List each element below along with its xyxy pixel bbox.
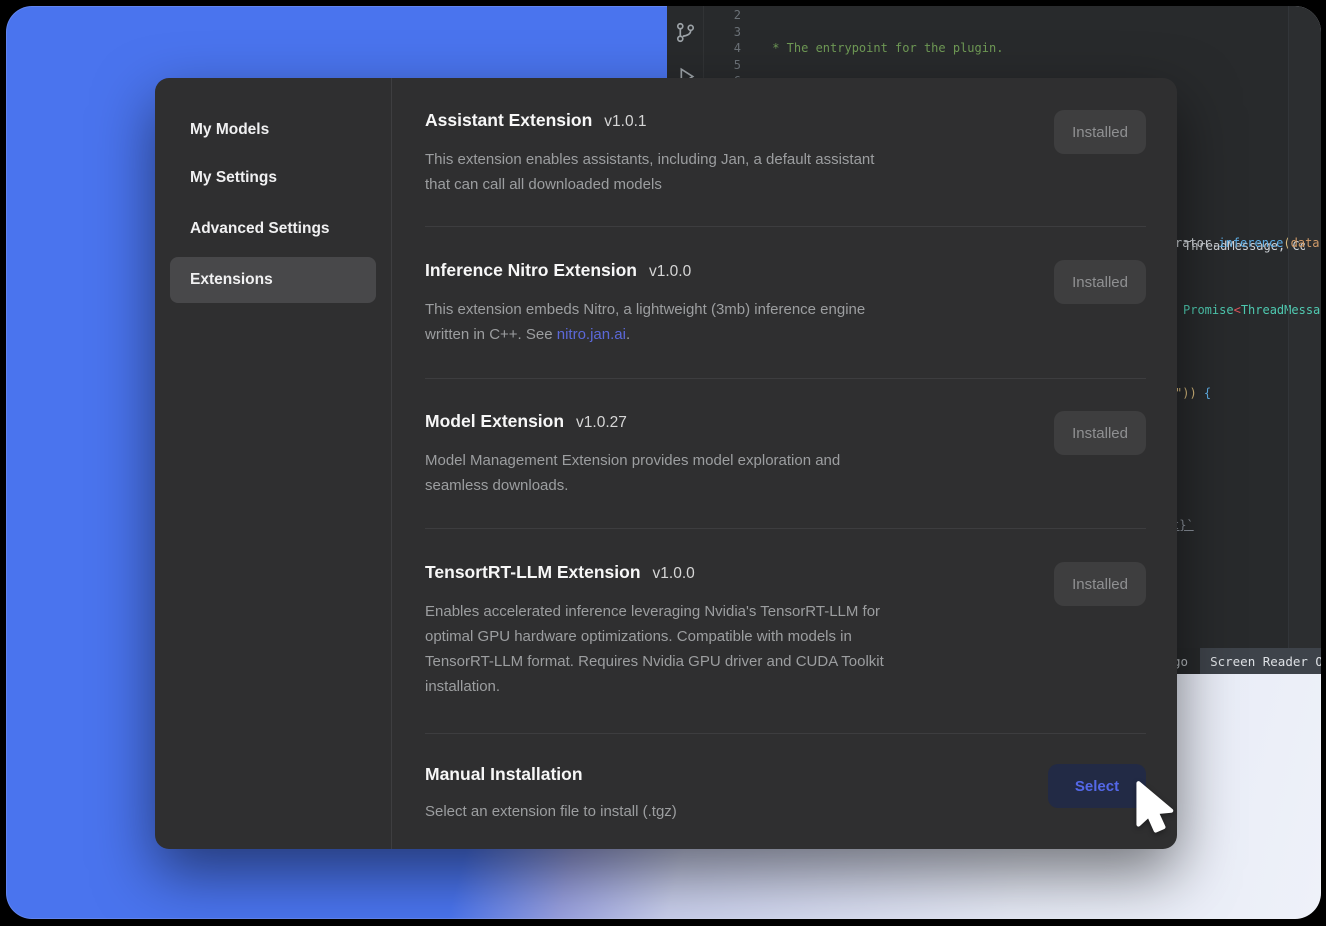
extension-row-nitro: Inference Nitro Extension v1.0.0 This ext… xyxy=(425,258,1146,347)
installed-button[interactable]: Installed xyxy=(1054,110,1146,154)
code-line: * The entrypoint for the plugin. xyxy=(765,40,1305,57)
extension-row-assistant: Assistant Extension v1.0.1 This extension… xyxy=(425,108,1146,197)
installed-button[interactable]: Installed xyxy=(1054,260,1146,304)
row-divider xyxy=(425,733,1146,734)
manual-installation-description: Select an extension file to install (.tg… xyxy=(425,799,1146,824)
nitro-jan-ai-link[interactable]: nitro.jan.ai xyxy=(557,326,626,343)
extension-description: This extension embeds Nitro, a lightweig… xyxy=(425,297,1146,347)
row-divider xyxy=(425,528,1146,529)
extension-description: This extension enables assistants, inclu… xyxy=(425,147,1146,197)
sidebar-item-my-settings[interactable]: My Settings xyxy=(170,155,376,201)
extension-version: v1.0.1 xyxy=(604,113,646,130)
row-divider xyxy=(425,226,1146,227)
extension-title: TensortRT-LLM Extension v1.0.0 xyxy=(425,560,1146,586)
mouse-cursor-icon xyxy=(1128,778,1180,840)
extension-name: Model Extension xyxy=(425,411,564,431)
extension-name: Assistant Extension xyxy=(425,110,592,130)
settings-modal: My Models My Settings Advanced Settings … xyxy=(155,78,1177,849)
extension-title: Model Extension v1.0.27 xyxy=(425,409,1146,435)
extension-row-tensorrt: TensortRT-LLM Extension v1.0.0 Enables ac… xyxy=(425,560,1146,699)
extension-row-model: Model Extension v1.0.27 Model Management … xyxy=(425,409,1146,498)
code-fragment: ")) { xyxy=(1175,385,1211,401)
row-divider xyxy=(425,378,1146,379)
screen-reader-status-tab[interactable]: Screen Reader Optimiz xyxy=(1200,648,1321,674)
sidebar-item-my-models[interactable]: My Models xyxy=(170,107,376,153)
minimap-scrollbar[interactable] xyxy=(1288,6,1321,648)
installed-button[interactable]: Installed xyxy=(1054,411,1146,455)
extension-name: TensortRT-LLM Extension xyxy=(425,562,641,582)
extension-title: Inference Nitro Extension v1.0.0 xyxy=(425,258,1146,284)
source-control-icon[interactable] xyxy=(673,20,698,45)
manual-installation-title: Manual Installation xyxy=(425,762,1146,786)
app-canvas: 2 3 4 5 6 * The entrypoint for the plugi… xyxy=(6,6,1321,919)
extension-version: v1.0.0 xyxy=(653,565,695,582)
extension-version: v1.0.0 xyxy=(649,263,691,280)
extension-name: Inference Nitro Extension xyxy=(425,260,637,280)
manual-installation-row: Manual Installation Select an extension … xyxy=(425,762,1146,824)
installed-button[interactable]: Installed xyxy=(1054,562,1146,606)
settings-sidebar: My Models My Settings Advanced Settings … xyxy=(155,78,392,849)
extension-version: v1.0.27 xyxy=(576,414,627,431)
sidebar-item-extensions[interactable]: Extensions xyxy=(170,257,376,303)
extension-description: Enables accelerated inference leveraging… xyxy=(425,599,1146,699)
extension-description: Model Management Extension provides mode… xyxy=(425,448,1146,498)
sidebar-item-advanced-settings[interactable]: Advanced Settings xyxy=(170,206,376,252)
extensions-list: Assistant Extension v1.0.1 This extension… xyxy=(425,78,1146,849)
extension-title: Assistant Extension v1.0.1 xyxy=(425,108,1146,134)
